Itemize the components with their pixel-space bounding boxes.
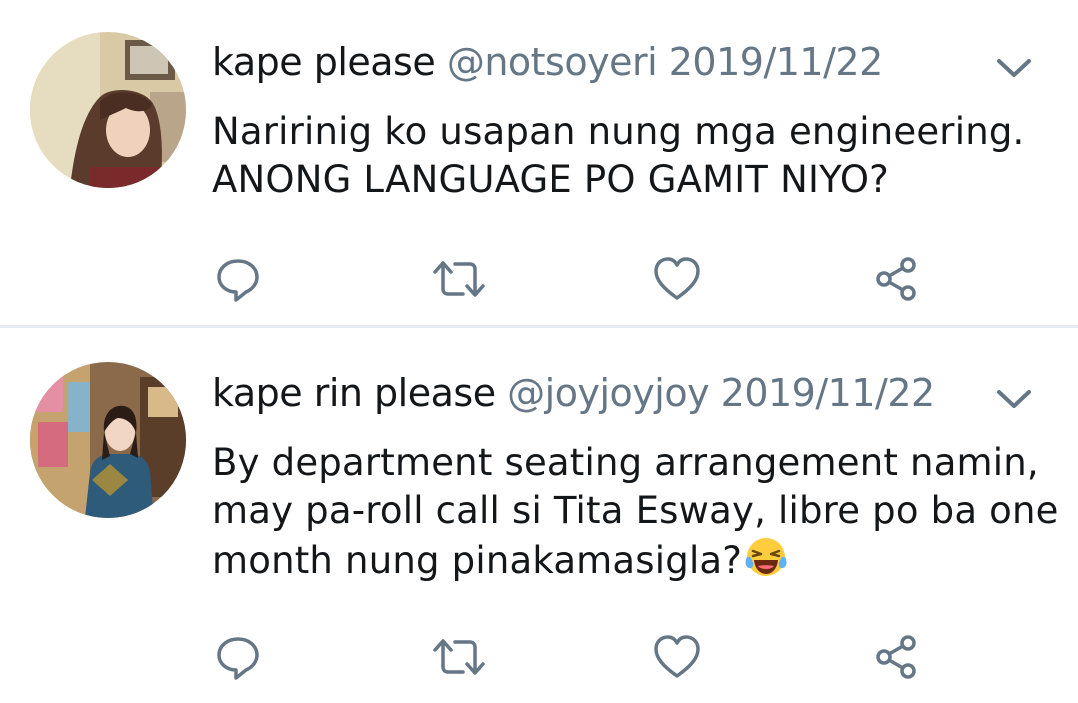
- retweet-icon: [433, 639, 485, 675]
- tweet-actions: [210, 252, 930, 306]
- tweet-text: Naririnig ko usapan nung mga engineering…: [212, 108, 1062, 204]
- share-icon: [876, 635, 916, 679]
- retweet-icon: [433, 261, 485, 297]
- tweet-text-line: Naririnig ko usapan nung mga engineering…: [212, 110, 1025, 153]
- chevron-down-icon[interactable]: [990, 48, 1038, 88]
- user-handle[interactable]: @joyjoyjoy: [507, 371, 709, 415]
- tweet-divider: [0, 325, 1078, 328]
- tweet-date[interactable]: 2019/11/22: [721, 371, 936, 415]
- tweet-header: kape rin please @joyjoyjoy 2019/11/22: [212, 369, 935, 417]
- like-button[interactable]: [649, 252, 705, 306]
- share-icon: [876, 257, 916, 301]
- retweet-button[interactable]: [431, 252, 487, 306]
- tweet-text-line: By department seating arrangement namin,: [212, 441, 1039, 484]
- display-name[interactable]: kape please: [212, 40, 436, 84]
- tweet-text-line-with-emoji: month nung pinakamasigla?: [212, 535, 1062, 591]
- share-button[interactable]: [868, 630, 924, 684]
- tweet-text-line: may pa-roll call si Tita Esway, libre po…: [212, 489, 1059, 532]
- heart-icon: [654, 635, 700, 678]
- laughing-tears-emoji-icon: [744, 535, 788, 591]
- tweet-text-line: ANONG LANGUAGE PO GAMIT NIYO?: [212, 158, 890, 201]
- avatar[interactable]: [30, 362, 186, 518]
- reply-button[interactable]: [210, 630, 266, 684]
- share-button[interactable]: [868, 252, 924, 306]
- user-handle[interactable]: @notsoyeri: [447, 40, 658, 84]
- avatar[interactable]: [30, 32, 186, 188]
- reply-button[interactable]: [210, 252, 266, 306]
- chevron-down-icon[interactable]: [990, 379, 1038, 419]
- reply-icon: [217, 259, 259, 302]
- reply-icon: [217, 637, 259, 680]
- tweet-text: By department seating arrangement namin,…: [212, 439, 1062, 591]
- like-button[interactable]: [649, 630, 705, 684]
- tweet-header: kape please @notsoyeri 2019/11/22: [212, 38, 883, 86]
- heart-icon: [654, 257, 700, 300]
- retweet-button[interactable]: [431, 630, 487, 684]
- tweet[interactable]: kape rin please @joyjoyjoy 2019/11/22 By…: [0, 329, 1078, 703]
- tweet-date[interactable]: 2019/11/22: [669, 40, 884, 84]
- tweet[interactable]: kape please @notsoyeri 2019/11/22 Nariri…: [0, 0, 1078, 327]
- display-name[interactable]: kape rin please: [212, 371, 496, 415]
- tweet-actions: [210, 630, 930, 684]
- tweet-text-line: month nung pinakamasigla?: [212, 539, 743, 582]
